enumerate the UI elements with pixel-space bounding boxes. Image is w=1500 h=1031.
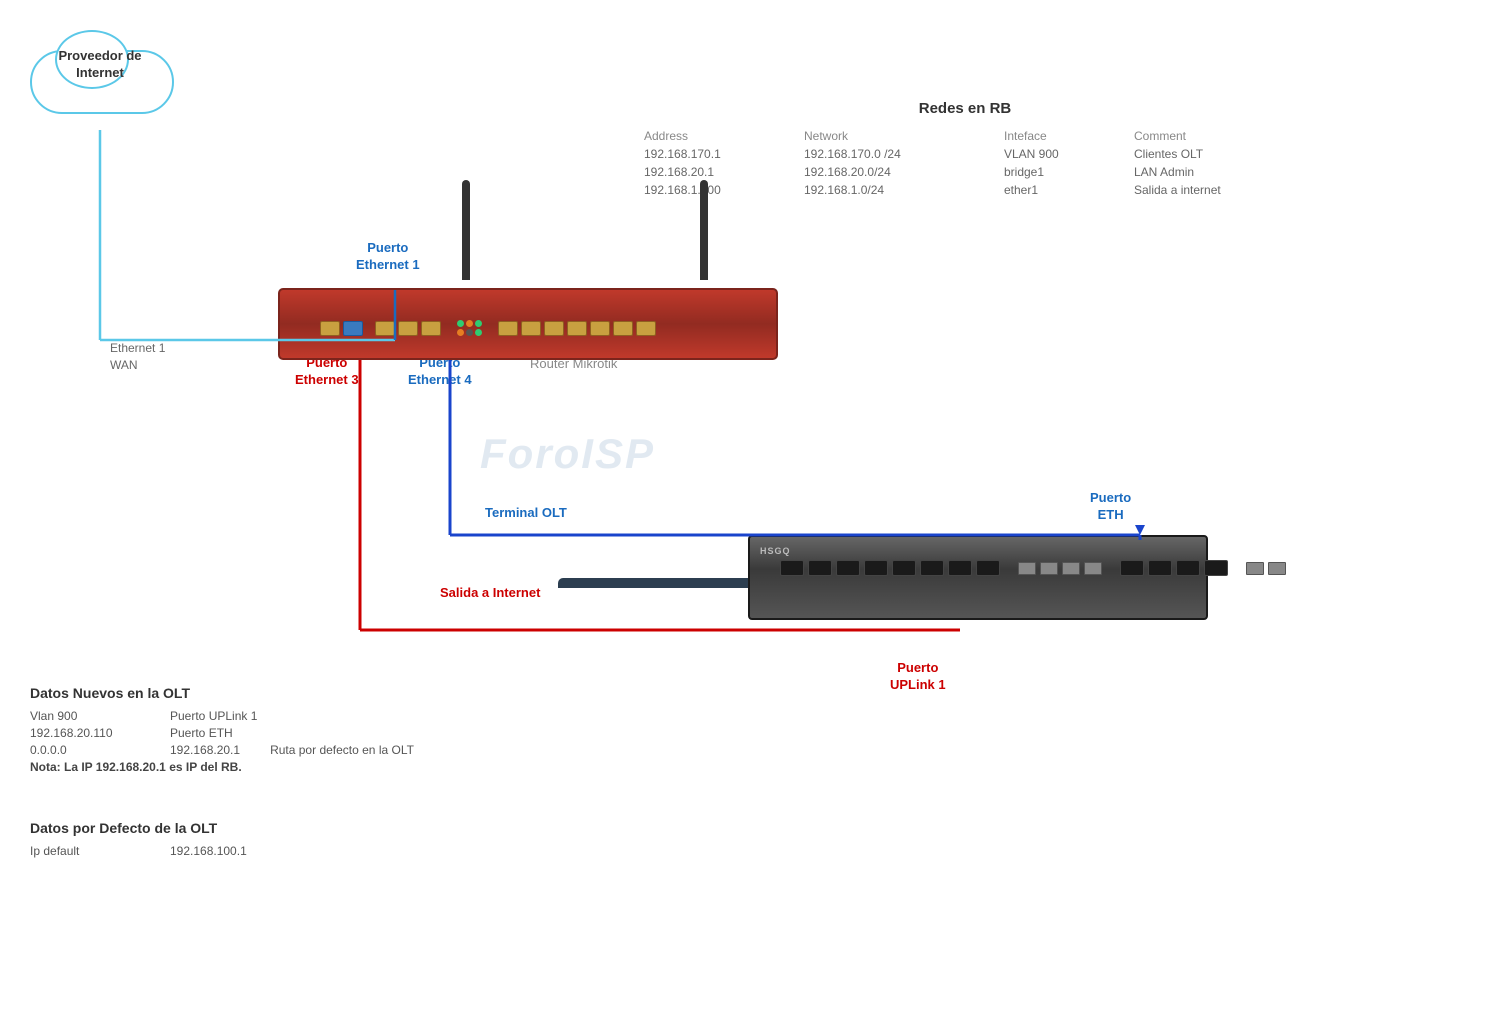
col-network: Network <box>800 127 1000 145</box>
router-port-sfp <box>343 321 363 336</box>
col-comment: Comment <box>1130 127 1290 145</box>
salida-internet-label: Salida a Internet <box>440 585 540 602</box>
puerto-eth4-label: Puerto Ethernet 4 <box>408 355 472 389</box>
datos-defecto-key1: Ip default <box>30 844 150 858</box>
row1-network: 192.168.170.0 /24 <box>800 145 1000 163</box>
olt-sfp-up-3 <box>1176 560 1200 576</box>
row1-interface: VLAN 900 <box>1000 145 1130 163</box>
led-5 <box>466 329 473 336</box>
datos-nuevos-row3: 0.0.0.0 192.168.20.1 Ruta por defecto en… <box>30 743 414 757</box>
led-group <box>457 320 482 336</box>
datos-defecto-section: Datos por Defecto de la OLT Ip default 1… <box>30 820 247 861</box>
rport-10 <box>636 321 656 336</box>
led-3 <box>475 320 482 327</box>
led-6 <box>475 329 482 336</box>
led-4 <box>457 329 464 336</box>
olt-brand-label: HSGQ <box>760 546 791 556</box>
cloud-label: Proveedor de Internet <box>30 48 170 82</box>
redes-rb-title: Redes en RB <box>640 100 1290 117</box>
olt-sfp-up-2 <box>1148 560 1172 576</box>
datos-nuevos-key1: Vlan 900 <box>30 709 150 723</box>
datos-nuevos-title: Datos Nuevos en la OLT <box>30 685 414 701</box>
olt-rj45-1 <box>1018 562 1036 575</box>
puerto-eth1-label: Puerto Ethernet 1 <box>356 240 420 274</box>
row2-network: 192.168.20.0/24 <box>800 163 1000 181</box>
antenna-left <box>462 180 470 280</box>
datos-nuevos-key3: 0.0.0.0 <box>30 743 150 757</box>
puerto-eth-olt-label: Puerto ETH <box>1090 490 1131 524</box>
datos-defecto-val1: 192.168.100.1 <box>170 844 247 858</box>
olt-sfp-7 <box>948 560 972 576</box>
col-interface: Inteface <box>1000 127 1130 145</box>
led-2 <box>466 320 473 327</box>
datos-nuevos-key2: 192.168.20.110 <box>30 726 150 740</box>
olt-body <box>748 535 1208 620</box>
redes-rb-table: Redes en RB Address Network Inteface Com… <box>640 100 1290 199</box>
olt-sfp-up-1 <box>1120 560 1144 576</box>
olt-sfp-8 <box>976 560 1000 576</box>
rport-3 <box>421 321 441 336</box>
olt-sfp-2 <box>808 560 832 576</box>
led-1 <box>457 320 464 327</box>
router-port-usb <box>320 321 340 336</box>
olt-ports-row <box>780 560 1286 576</box>
datos-nuevos-val1: Puerto UPLink 1 <box>170 709 257 723</box>
rport-2 <box>398 321 418 336</box>
olt-sfp-3 <box>836 560 860 576</box>
row2-address: 192.168.20.1 <box>640 163 800 181</box>
olt-sfp-up-4 <box>1204 560 1228 576</box>
datos-nuevos-row2: 192.168.20.110 Puerto ETH <box>30 726 414 740</box>
datos-defecto-row1: Ip default 192.168.100.1 <box>30 844 247 858</box>
redes-rb-grid: Address Network Inteface Comment 192.168… <box>640 127 1290 199</box>
puerto-uplink-label: Puerto UPLink 1 <box>890 660 946 694</box>
rport-9 <box>613 321 633 336</box>
ethernet1-wan-label: Ethernet 1 WAN <box>110 340 165 374</box>
olt-sfp-6 <box>920 560 944 576</box>
rport-7 <box>567 321 587 336</box>
olt-rj45-2 <box>1040 562 1058 575</box>
datos-nuevos-row1: Vlan 900 Puerto UPLink 1 <box>30 709 414 723</box>
watermark: ForoISP <box>480 430 655 478</box>
olt-sfp-4 <box>864 560 888 576</box>
row3-comment: Salida a internet <box>1130 181 1290 199</box>
row1-comment: Clientes OLT <box>1130 145 1290 163</box>
rport-4 <box>498 321 518 336</box>
olt-sfp-1 <box>780 560 804 576</box>
olt-rj45-eth-mgmt <box>1246 562 1264 575</box>
row3-interface: ether1 <box>1000 181 1130 199</box>
olt-rj45-4 <box>1084 562 1102 575</box>
puerto-eth3-label: Puerto Ethernet 3 <box>295 355 359 389</box>
terminal-olt-label: Terminal OLT <box>485 505 567 522</box>
cloud-isp: Proveedor de Internet <box>30 30 170 130</box>
antenna-right <box>700 180 708 280</box>
row2-interface: bridge1 <box>1000 163 1130 181</box>
datos-nuevos-val3: 192.168.20.1 <box>170 743 240 757</box>
olt-rj45-eth-mgmt2 <box>1268 562 1286 575</box>
row3-address: 192.168.1.100 <box>640 181 800 199</box>
row3-network: 192.168.1.0/24 <box>800 181 1000 199</box>
row1-address: 192.168.170.1 <box>640 145 800 163</box>
router-ports-row <box>320 320 656 336</box>
rport-8 <box>590 321 610 336</box>
olt-rj45-3 <box>1062 562 1080 575</box>
datos-nuevos-val2: Puerto ETH <box>170 726 233 740</box>
rport-1 <box>375 321 395 336</box>
row2-comment: LAN Admin <box>1130 163 1290 181</box>
datos-nuevos-note: Nota: La IP 192.168.20.1 es IP del RB. <box>30 760 414 774</box>
datos-nuevos-section: Datos Nuevos en la OLT Vlan 900 Puerto U… <box>30 685 414 774</box>
olt-sfp-5 <box>892 560 916 576</box>
rport-5 <box>521 321 541 336</box>
datos-nuevos-extra3: Ruta por defecto en la OLT <box>270 743 414 757</box>
col-address: Address <box>640 127 800 145</box>
rport-6 <box>544 321 564 336</box>
datos-defecto-title: Datos por Defecto de la OLT <box>30 820 247 836</box>
